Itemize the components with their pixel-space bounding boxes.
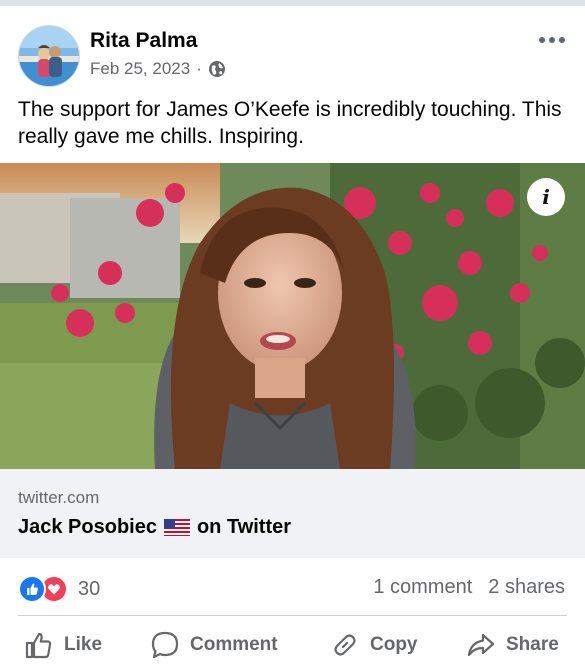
author-name[interactable]: Rita Palma <box>90 29 197 53</box>
author-avatar[interactable] <box>18 25 80 87</box>
reaction-count: 30 <box>78 577 101 600</box>
share-button[interactable]: Share <box>466 626 559 664</box>
us-flag-icon <box>163 519 190 536</box>
share-arrow-icon <box>467 633 495 657</box>
link-chain-icon <box>334 634 356 656</box>
engagement-stats: 1 comment 2 shares <box>373 576 565 599</box>
comment-count[interactable]: 1 comment <box>373 576 472 599</box>
reaction-summary[interactable]: 30 <box>18 575 100 603</box>
post-meta: Feb 25, 2023 · <box>90 59 226 79</box>
more-dots-icon <box>539 37 565 43</box>
thumbs-up-icon <box>25 632 52 659</box>
comment-label: Comment <box>190 634 278 655</box>
copy-label: Copy <box>370 634 418 655</box>
video-thumbnail <box>0 163 585 469</box>
more-options-button[interactable] <box>537 30 567 50</box>
comment-button[interactable]: Comment <box>150 626 278 664</box>
link-preview[interactable] <box>0 469 585 558</box>
meta-separator: · <box>196 59 202 78</box>
post-date[interactable]: Feb 25, 2023 <box>90 59 190 79</box>
globe-icon <box>208 61 225 77</box>
video-info-button[interactable]: i <box>527 178 565 216</box>
comment-bubble-icon <box>151 631 179 659</box>
copy-button[interactable]: Copy <box>330 626 418 664</box>
avatar-photo <box>19 26 79 86</box>
post-text: The support for James O’Keefe is incredi… <box>18 98 562 148</box>
top-strip <box>0 0 585 6</box>
action-bar: Like Comment Copy Share <box>0 626 585 664</box>
like-icon <box>18 575 46 603</box>
link-title-name: Jack Posobiec <box>18 516 157 538</box>
share-count[interactable]: 2 shares <box>488 576 565 599</box>
like-button[interactable]: Like <box>24 626 102 664</box>
link-domain[interactable]: twitter.com <box>18 488 99 508</box>
share-label: Share <box>506 634 559 655</box>
action-divider <box>18 615 567 616</box>
video-player[interactable] <box>0 163 585 469</box>
link-title-suffix: on Twitter <box>196 516 292 538</box>
like-label: Like <box>64 634 103 655</box>
link-title[interactable]: Jack Posobiec on Twitter <box>18 516 291 539</box>
